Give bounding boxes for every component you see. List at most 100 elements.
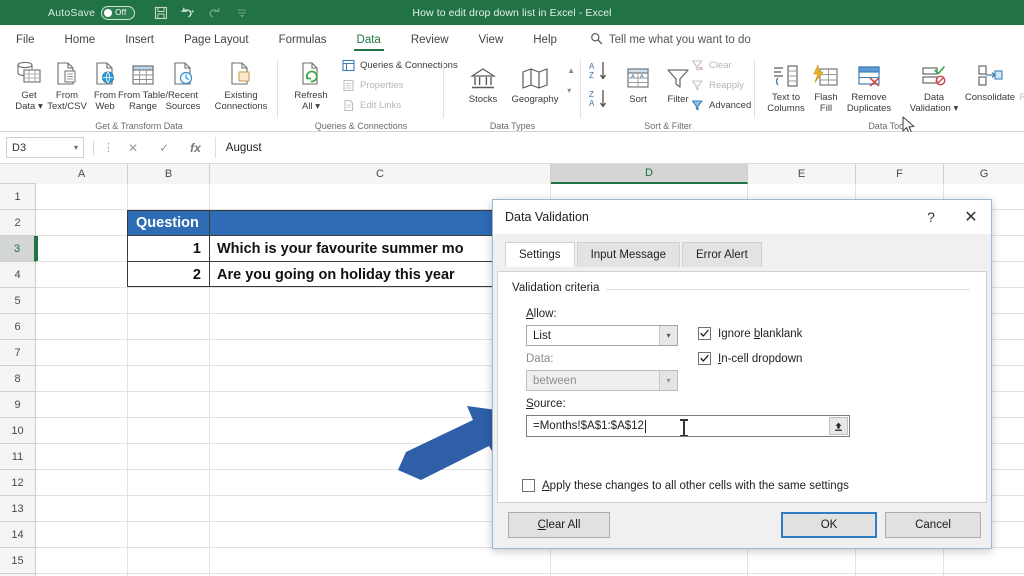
row-header-6[interactable]: 6 <box>0 314 36 340</box>
customize-quick-access-icon[interactable] <box>234 5 249 20</box>
ribbon-button-sort-az[interactable]: AZ <box>589 60 609 87</box>
column-header-g[interactable]: G <box>944 164 1024 184</box>
properties-icon <box>342 79 355 92</box>
name-box[interactable]: D3 ▾ <box>6 137 84 158</box>
row-header-9[interactable]: 9 <box>0 392 36 418</box>
row-header-10[interactable]: 10 <box>0 418 36 444</box>
ribbon-button-clear[interactable]: Clear <box>691 59 732 72</box>
tab-help[interactable]: Help <box>531 30 559 50</box>
enter-formula-icon[interactable]: ✓ <box>159 141 169 155</box>
close-icon[interactable]: ✕ <box>951 200 991 234</box>
tab-data[interactable]: Data <box>353 30 385 51</box>
ribbon-button-recent-sources-line1: Recent <box>167 90 199 101</box>
tab-settings[interactable]: Settings <box>505 242 575 267</box>
ignore-blank-checkbox-row[interactable]: Ignore blanklank <box>698 327 802 340</box>
ribbon-button-consolidate-line1: Consolidate <box>964 92 1016 103</box>
ribbon-button-recent-sources[interactable]: Recent Sources <box>156 56 210 112</box>
ribbon-button-remove-duplicates[interactable]: Remove Duplicates <box>837 58 901 114</box>
ribbon-button-refresh-all[interactable]: Refresh All ▾ <box>284 56 338 112</box>
active-cell-indicator <box>36 236 38 261</box>
help-button[interactable]: ? <box>911 200 951 234</box>
column-header-a[interactable]: A <box>36 164 128 184</box>
tab-input-message[interactable]: Input Message <box>576 242 680 267</box>
source-input[interactable]: =Months!$A$1:$A$12 <box>526 415 850 437</box>
data-select[interactable]: between ▾ <box>526 370 678 391</box>
tab-formulas[interactable]: Formulas <box>277 30 329 50</box>
formula-input[interactable]: August <box>214 137 1016 158</box>
ribbon-button-existing-connections[interactable]: Existing Connections <box>208 56 274 112</box>
insert-function-icon[interactable]: fx <box>190 141 201 155</box>
tab-file[interactable]: File <box>14 30 37 50</box>
row-header-15[interactable]: 15 <box>0 548 36 574</box>
apply-all-checkbox-row[interactable]: Apply these changes to all other cells w… <box>522 479 849 492</box>
data-types-gallery-scroll[interactable]: ▲ ▾ <box>567 66 575 95</box>
tab-error-alert[interactable]: Error Alert <box>682 242 762 267</box>
incell-dropdown-checkbox-row[interactable]: In-cell dropdown <box>698 352 802 365</box>
cell-b4[interactable]: 2 <box>128 262 209 287</box>
column-header-b[interactable]: B <box>128 164 210 184</box>
ribbon-button-edit-links[interactable]: Edit Links <box>342 99 401 112</box>
chevron-down-icon[interactable]: ▾ <box>74 143 78 152</box>
tab-review[interactable]: Review <box>409 30 451 50</box>
chevron-down-icon[interactable]: ▾ <box>659 326 677 345</box>
allow-select[interactable]: List ▾ <box>526 325 678 346</box>
row-header-8[interactable]: 8 <box>0 366 36 392</box>
row-header-14[interactable]: 14 <box>0 522 36 548</box>
ok-button[interactable]: OK <box>781 512 877 538</box>
ribbon-button-geography[interactable]: Geography <box>504 60 566 106</box>
undo-icon[interactable] <box>180 5 195 20</box>
autosave-toggle[interactable]: Off <box>101 5 136 20</box>
row-header-2[interactable]: 2 <box>0 210 36 236</box>
apply-all-checkbox[interactable] <box>522 479 535 492</box>
row-header-1[interactable]: 1 <box>0 184 36 210</box>
ribbon-button-properties[interactable]: Properties <box>342 79 403 92</box>
ribbon-button-data-validation[interactable]: Data Validation ▾ <box>903 58 965 114</box>
ribbon-group-label-get-transform: Get & Transform Data <box>95 121 183 131</box>
row-header-4[interactable]: 4 <box>0 262 36 288</box>
row-header-11[interactable]: 11 <box>0 444 36 470</box>
row-header-3[interactable]: 3 <box>0 236 36 262</box>
column-header-e[interactable]: E <box>748 164 856 184</box>
ribbon-button-relationships-line1: Relationships <box>1019 92 1024 103</box>
ribbon-button-clear-label: Clear <box>709 60 732 71</box>
save-icon[interactable] <box>153 5 168 20</box>
row-header-5[interactable]: 5 <box>0 288 36 314</box>
row-header-7[interactable]: 7 <box>0 340 36 366</box>
column-header-c[interactable]: C <box>210 164 551 184</box>
excel-window: AutoSave Off How to edit drop down list … <box>0 0 1024 576</box>
gallery-up-icon[interactable]: ▲ <box>567 66 575 75</box>
tab-insert[interactable]: Insert <box>123 30 156 50</box>
ribbon-button-data-validation-line2: Validation ▾ <box>909 102 959 114</box>
column-header-d[interactable]: D <box>551 164 748 184</box>
tab-home[interactable]: Home <box>63 30 98 50</box>
ribbon-button-consolidate[interactable]: Consolidate <box>959 58 1021 104</box>
gallery-more-icon[interactable]: ▾ <box>567 86 575 95</box>
ribbon-button-advanced[interactable]: Advanced <box>691 99 751 112</box>
tab-view[interactable]: View <box>477 30 506 50</box>
ribbon-button-refresh-all-line2: All ▾ <box>302 100 320 112</box>
row-header-12[interactable]: 12 <box>0 470 36 496</box>
column-header-f[interactable]: F <box>856 164 944 184</box>
name-box-value: D3 <box>12 141 27 154</box>
row-header-13[interactable]: 13 <box>0 496 36 522</box>
ribbon-button-reapply[interactable]: Reapply <box>691 79 744 92</box>
cell-b3[interactable]: 1 <box>128 236 209 261</box>
ribbon-button-properties-label: Properties <box>360 80 404 91</box>
redo-icon[interactable] <box>207 5 222 20</box>
tell-me-box[interactable]: Tell me what you want to do <box>590 32 751 48</box>
autosave-control[interactable]: AutoSave Off <box>48 5 136 20</box>
collapse-dialog-button[interactable] <box>829 417 848 435</box>
ribbon-button-relationships[interactable]: Relationships <box>1017 58 1024 104</box>
chevron-down-icon[interactable]: ▾ <box>659 371 677 390</box>
cancel-button[interactable]: Cancel <box>885 512 981 538</box>
clear-all-button[interactable]: Clear All <box>508 512 610 538</box>
name-box-overflow-icon[interactable]: ⋮ <box>103 141 114 154</box>
tab-page-layout[interactable]: Page Layout <box>182 30 251 50</box>
ribbon-button-sort-za[interactable]: ZA <box>589 88 609 115</box>
refresh-all-icon <box>284 56 338 88</box>
ignore-blank-checkbox[interactable] <box>698 327 711 340</box>
ribbon-button-stocks[interactable]: Stocks <box>456 60 510 106</box>
cancel-formula-icon[interactable]: ✕ <box>128 141 138 155</box>
incell-dropdown-checkbox[interactable] <box>698 352 711 365</box>
ribbon-button-queries-connections[interactable]: Queries & Connections <box>342 59 458 72</box>
